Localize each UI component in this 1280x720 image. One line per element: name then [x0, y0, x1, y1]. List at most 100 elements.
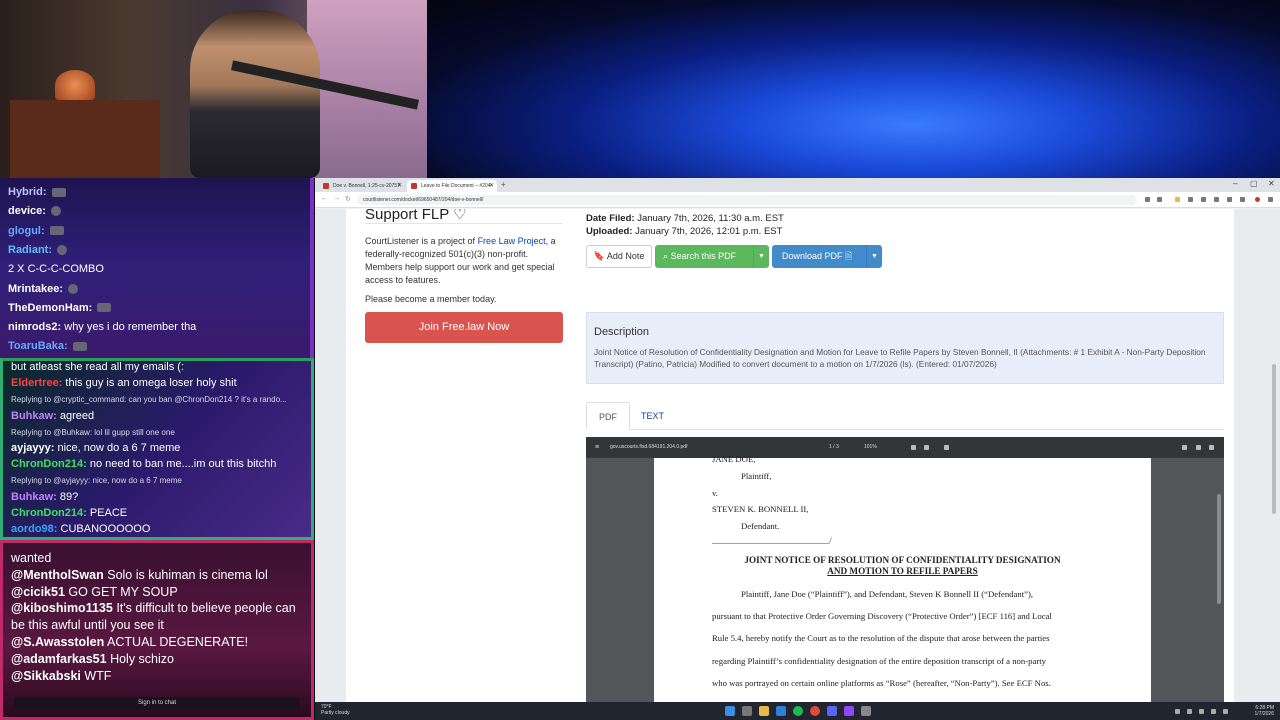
battery-icon[interactable]: [1223, 709, 1228, 714]
chrome-icon[interactable]: [810, 706, 820, 716]
tab-label: Leave to File Document – #204: [421, 183, 491, 189]
search-icon[interactable]: [1145, 197, 1150, 202]
chat-username[interactable]: @S.Awasstolen: [11, 635, 104, 649]
page-indicator[interactable]: 1 / 3: [829, 437, 839, 458]
chat-message: @kiboshimo1135 It's difficult to believe…: [11, 601, 296, 615]
bookmark-star-icon[interactable]: [1157, 197, 1162, 202]
url-field[interactable]: courtlistener.com/docket/69650487/204/do…: [357, 195, 1137, 205]
extension-icon[interactable]: [1214, 197, 1219, 202]
edge-icon[interactable]: [776, 706, 786, 716]
system-clock[interactable]: 6:28 PM 1/7/2026: [1255, 705, 1274, 717]
search-icon: ⌕: [663, 251, 669, 261]
close-tab-icon[interactable]: ✕: [489, 180, 494, 192]
chat-overlay: Hybrid: device: glogul: Radiant: 2 X C-C…: [0, 178, 314, 720]
chevron-down-icon[interactable]: ▼: [753, 245, 769, 268]
forward-icon[interactable]: →: [333, 195, 340, 202]
tab-pdf[interactable]: PDF: [586, 402, 630, 430]
rotate-icon[interactable]: [924, 445, 929, 450]
new-tab-icon[interactable]: +: [501, 180, 506, 189]
chat-username[interactable]: Mrintakee:: [8, 283, 63, 295]
reload-icon[interactable]: ↻: [345, 195, 351, 203]
browser-tab-docket[interactable]: Doe v. Bonnell, 1:25-cv-20757 ✕: [319, 180, 405, 192]
maximize-icon[interactable]: ▢: [1250, 179, 1258, 188]
volume-icon[interactable]: [1211, 709, 1216, 714]
weather-condition: Partly cloudy: [321, 710, 350, 716]
print-icon[interactable]: [1196, 445, 1201, 450]
extension-icon[interactable]: [1188, 197, 1193, 202]
browser-tab-document[interactable]: Leave to File Document – #204 ✕: [407, 180, 497, 192]
chat-username[interactable]: Radiant:: [8, 244, 52, 256]
obs-icon[interactable]: [844, 706, 854, 716]
hamburger-menu-icon[interactable]: ≡: [595, 437, 599, 458]
tray-chevron-icon[interactable]: [1175, 709, 1180, 714]
download-pdf-button[interactable]: Download PDF 🗎 ▼: [772, 245, 882, 268]
chat-username[interactable]: Hybrid:: [8, 186, 47, 198]
spotify-icon[interactable]: [793, 706, 803, 716]
chat-message: @adamfarkas51 Holy schizo: [11, 652, 174, 666]
chat-username[interactable]: Buhkaw:: [11, 491, 57, 503]
member-text: Please become a member today.: [365, 294, 497, 304]
close-window-icon[interactable]: ✕: [1268, 179, 1275, 188]
bookmark-icon: 🔖: [593, 251, 605, 261]
date-filed-label: Date Filed:: [586, 213, 635, 224]
chat-username[interactable]: nimrods2:: [8, 321, 61, 333]
draw-icon[interactable]: [944, 445, 949, 450]
weather-widget[interactable]: 70°F Partly cloudy: [321, 704, 350, 716]
chat-username[interactable]: @cicik51: [11, 585, 65, 599]
chat-reply-line: Replying to @ayjayyy: nice, now do a 6 7…: [11, 474, 182, 486]
search-pdf-label: Search this PDF: [670, 251, 737, 261]
pdf-body-line: who was portrayed on certain online plat…: [712, 678, 1051, 688]
folder-icon[interactable]: [1175, 197, 1180, 202]
chat-username[interactable]: @kiboshimo1135: [11, 601, 113, 615]
fit-page-icon[interactable]: [911, 445, 916, 450]
pdf-scrollbar[interactable]: [1217, 494, 1221, 604]
chat-username[interactable]: Buhkaw:: [11, 410, 57, 422]
chat-username[interactable]: Eldertree:: [11, 377, 62, 389]
start-icon[interactable]: [725, 706, 735, 716]
chat-username[interactable]: ToaruBaka:: [8, 340, 68, 352]
zoom-level[interactable]: 101%: [864, 437, 877, 458]
chat-username[interactable]: aordo98:: [11, 523, 57, 535]
pdf-caption-line: Defendant.: [741, 521, 780, 531]
search-icon[interactable]: [742, 706, 752, 716]
chat-username[interactable]: glogul:: [8, 225, 45, 237]
chat-message: @S.Awasstolen ACTUAL DEGENERATE!: [11, 635, 248, 649]
chat-message: ChronDon214: PEACE: [11, 507, 127, 519]
free-law-project-link[interactable]: Free Law Project: [478, 236, 546, 246]
menu-dots-icon[interactable]: [1268, 197, 1273, 202]
sidebar-toggle-icon[interactable]: [1240, 197, 1245, 202]
chat-username[interactable]: device:: [8, 205, 46, 217]
chat-username[interactable]: ayjayyy:: [11, 442, 54, 454]
chat-username[interactable]: ChronDon214:: [11, 507, 87, 519]
tab-text[interactable]: TEXT: [629, 402, 676, 430]
chat-username[interactable]: @MentholSwan: [11, 568, 104, 582]
app-icon[interactable]: [861, 706, 871, 716]
chat-text: why yes i do remember tha: [64, 321, 197, 334]
page-scrollbar[interactable]: [1272, 364, 1276, 514]
add-note-button[interactable]: 🔖 Add Note: [586, 245, 652, 268]
extension-icon[interactable]: [1201, 197, 1206, 202]
chat-username[interactable]: @Sikkabski: [11, 669, 81, 683]
profile-avatar-icon[interactable]: [1255, 197, 1260, 202]
chat-username[interactable]: ChronDon214:: [11, 458, 87, 470]
emote-icon: [72, 341, 87, 351]
download-icon[interactable]: [1227, 197, 1232, 202]
network-icon[interactable]: [1199, 709, 1204, 714]
download-icon[interactable]: [1182, 445, 1187, 450]
chat-username[interactable]: @adamfarkas51: [11, 652, 107, 666]
join-free-law-button[interactable]: Join Free.law Now: [365, 312, 563, 343]
pdf-toolbar: ≡ gov.uscourts.flsd.684191.204.0.pdf 1 /…: [586, 437, 1224, 458]
chat-text: wanted: [11, 551, 52, 565]
file-explorer-icon[interactable]: [759, 706, 769, 716]
back-icon[interactable]: ←: [321, 195, 328, 202]
more-options-icon[interactable]: [1209, 445, 1214, 450]
close-tab-icon[interactable]: ✕: [397, 180, 402, 192]
discord-icon[interactable]: [827, 706, 837, 716]
chat-username[interactable]: TheDemonHam:: [8, 302, 92, 314]
tray-icon[interactable]: [1187, 709, 1192, 714]
chevron-down-icon[interactable]: ▼: [866, 245, 882, 268]
minimize-icon[interactable]: –: [1233, 179, 1237, 188]
description-title: Description: [594, 326, 650, 338]
search-pdf-button[interactable]: ⌕ Search this PDF ▼: [655, 245, 769, 268]
sign-in-chat-button[interactable]: Sign in to chat: [14, 697, 300, 710]
